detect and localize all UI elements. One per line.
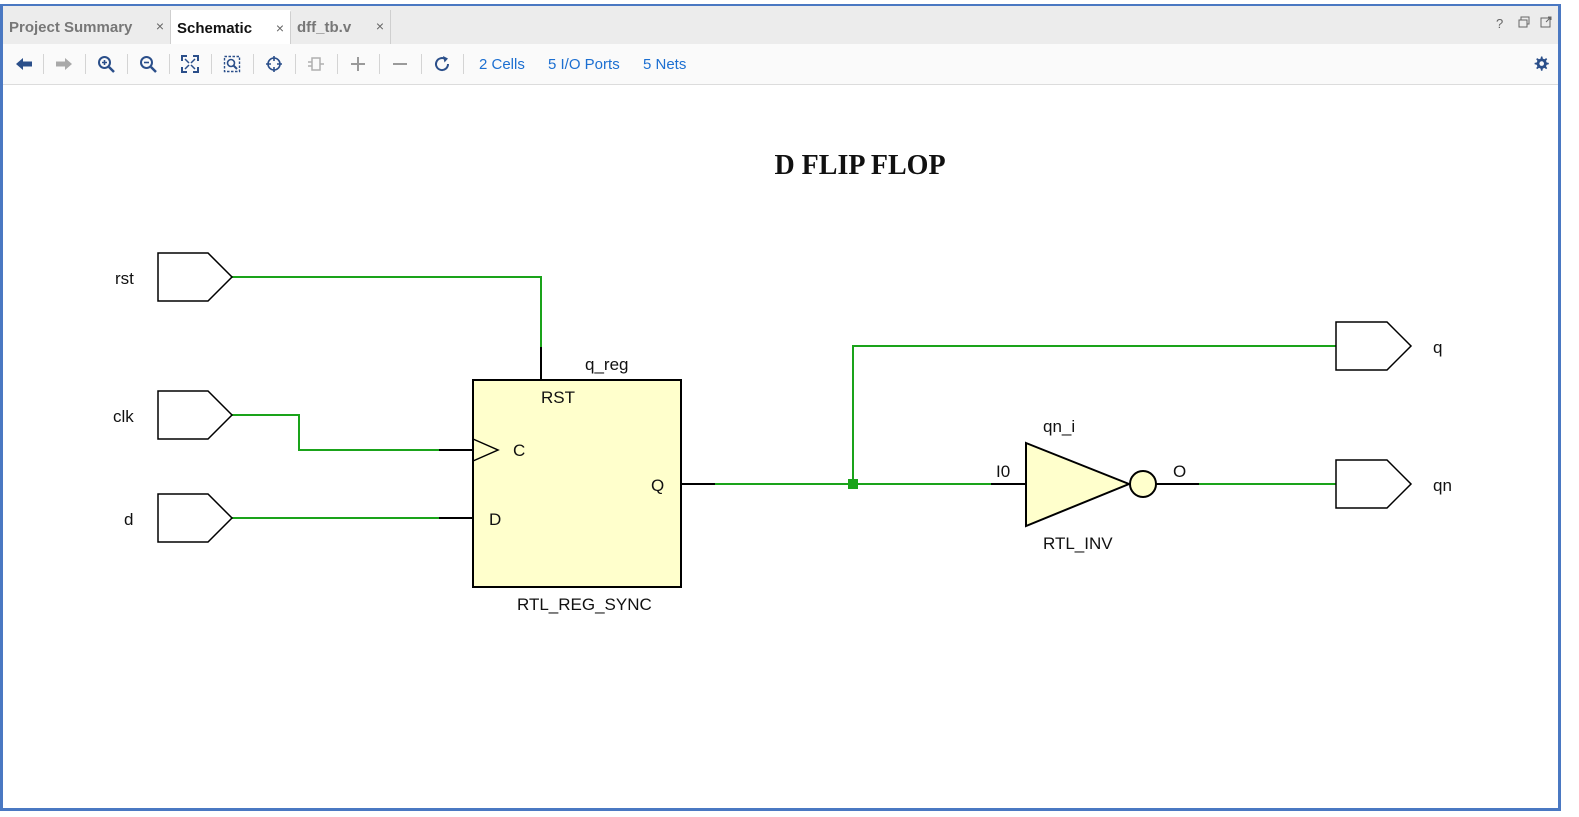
expand-icon[interactable] <box>303 52 329 76</box>
toolbar: 2 Cells 5 I/O Ports 5 Nets <box>3 44 1558 85</box>
remove-icon[interactable] <box>387 52 413 76</box>
net-q[interactable] <box>852 345 1336 484</box>
pin-label-c: C <box>513 441 525 460</box>
schematic-title: D FLIP FLOP <box>774 150 945 181</box>
zoom-out-icon[interactable] <box>135 52 161 76</box>
port-label: qn <box>1433 476 1452 495</box>
port-label: d <box>124 510 133 529</box>
cells-link[interactable]: 2 Cells <box>479 56 525 73</box>
pin-label-o: O <box>1173 462 1186 481</box>
port-label: q <box>1433 338 1442 357</box>
tab-label: Schematic <box>177 19 253 37</box>
net-rst[interactable] <box>232 276 542 347</box>
gear-icon[interactable] <box>1528 52 1554 76</box>
cell-type-label: RTL_INV <box>1043 534 1113 553</box>
input-port-rst[interactable]: rst <box>115 252 234 302</box>
tab-label: Project Summary <box>9 18 133 36</box>
cell-instance-name: q_reg <box>585 355 628 374</box>
pin-label-q: Q <box>651 476 664 495</box>
output-port-q[interactable]: q <box>1335 321 1442 371</box>
output-port-qn[interactable]: qn <box>1335 459 1452 509</box>
port-label: clk <box>113 407 134 426</box>
zoom-area-icon[interactable] <box>219 52 245 76</box>
schematic-canvas[interactable]: D FLIP FLOP rst clk d q_reg RST C D Q RT… <box>3 85 1558 807</box>
forward-icon[interactable] <box>51 52 77 76</box>
schematic-svg: D FLIP FLOP rst clk d q_reg RST C D Q RT… <box>113 150 1452 614</box>
zoom-fit-icon[interactable] <box>177 52 203 76</box>
tab-label: dff_tb.v <box>297 18 352 36</box>
add-icon[interactable] <box>345 52 371 76</box>
input-port-clk[interactable]: clk <box>113 390 234 440</box>
tab-project-summary[interactable]: Project Summary × <box>3 10 171 44</box>
float-icon[interactable] <box>1540 16 1552 31</box>
help-icon[interactable]: ? <box>1496 16 1503 31</box>
cell-type-label: RTL_REG_SYNC <box>517 595 652 614</box>
nets <box>232 276 1336 519</box>
register-cell[interactable]: q_reg RST C D Q RTL_REG_SYNC <box>439 347 715 614</box>
nets-link[interactable]: 5 Nets <box>643 56 686 73</box>
back-icon[interactable] <box>11 52 37 76</box>
inverter-cell[interactable]: qn_i I0 O RTL_INV <box>991 417 1199 553</box>
tab-schematic[interactable]: Schematic × <box>171 10 291 44</box>
net-clk[interactable] <box>232 414 439 451</box>
close-icon[interactable]: × <box>276 20 284 36</box>
select-icon[interactable] <box>261 52 287 76</box>
zoom-in-icon[interactable] <box>93 52 119 76</box>
inversion-bubble-icon <box>1129 470 1157 498</box>
close-icon[interactable]: × <box>376 18 384 34</box>
tab-dff-tb[interactable]: dff_tb.v × <box>291 10 391 44</box>
pin-label-rst: RST <box>541 388 575 407</box>
cell-instance-name: qn_i <box>1043 417 1075 436</box>
restore-icon[interactable] <box>1518 16 1530 31</box>
close-icon[interactable]: × <box>156 18 164 34</box>
input-port-d[interactable]: d <box>124 493 234 543</box>
net-junction <box>848 479 858 489</box>
tab-bar: Project Summary × Schematic × dff_tb.v ×… <box>3 6 1558 45</box>
schematic-window: Project Summary × Schematic × dff_tb.v ×… <box>0 4 1561 811</box>
io-ports-link[interactable]: 5 I/O Ports <box>548 56 620 73</box>
refresh-icon[interactable] <box>429 52 455 76</box>
pin-label-i0: I0 <box>996 462 1010 481</box>
port-label: rst <box>115 269 134 288</box>
pin-label-d: D <box>489 510 501 529</box>
